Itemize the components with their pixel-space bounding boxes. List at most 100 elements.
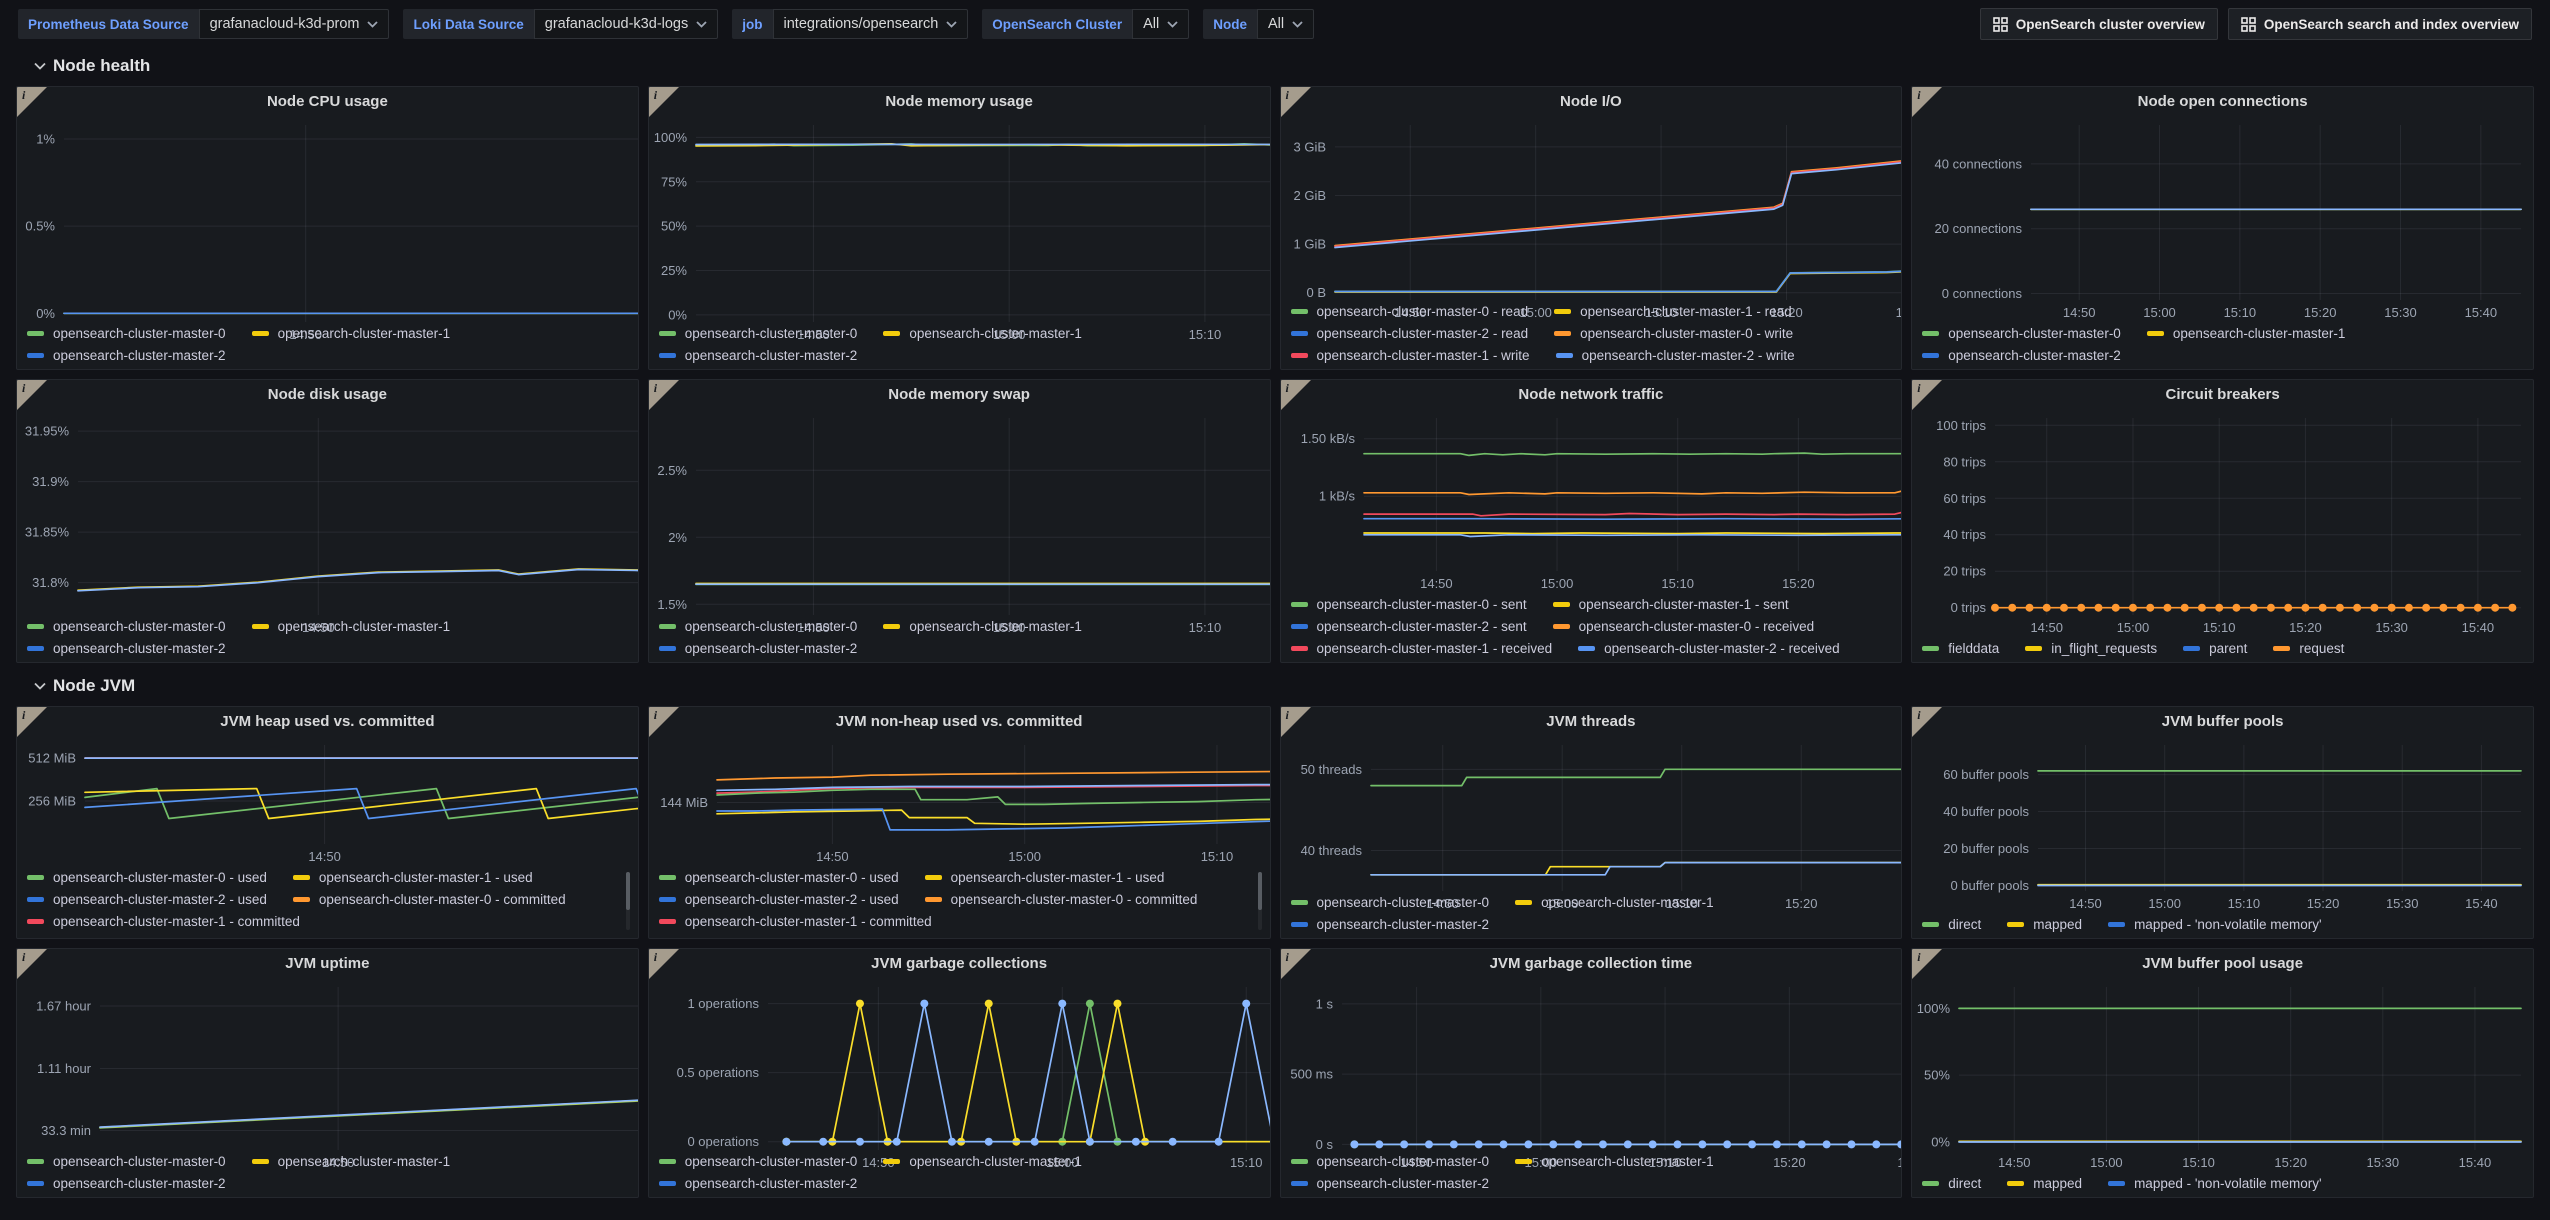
panel-info-corner[interactable]: i: [1280, 949, 1311, 979]
legend-item[interactable]: opensearch-cluster-master-2 - used: [658, 892, 899, 907]
panel-title[interactable]: Node disk usage: [268, 386, 387, 403]
legend-item[interactable]: opensearch-cluster-master-0: [1290, 895, 1489, 910]
panel-title[interactable]: Node memory swap: [888, 386, 1030, 403]
legend-item[interactable]: opensearch-cluster-master-1: [883, 1154, 1082, 1169]
legend-item[interactable]: opensearch-cluster-master-0: [658, 1154, 857, 1169]
legend-item[interactable]: opensearch-cluster-master-1 - sent: [1552, 597, 1789, 612]
panel-info-corner[interactable]: i: [17, 380, 47, 410]
time-series-chart[interactable]: 14:5015:0015:1015:2015:3015:401 kB/s1.50…: [1281, 408, 1902, 595]
panel-info-corner[interactable]: i: [648, 87, 679, 117]
legend-item[interactable]: opensearch-cluster-master-2 - read: [1290, 326, 1528, 341]
legend-item[interactable]: opensearch-cluster-master-2: [658, 348, 857, 363]
panel-info-corner[interactable]: i: [1280, 87, 1311, 117]
legend-item[interactable]: opensearch-cluster-master-0 - received: [1552, 619, 1814, 634]
panel-title[interactable]: Node open connections: [2138, 93, 2308, 110]
time-series-chart[interactable]: 14:5015:0015:1015:2015:3015:4033.3 min1.…: [17, 977, 638, 1170]
legend-item[interactable]: opensearch-cluster-master-1: [251, 619, 450, 634]
time-series-chart[interactable]: 14:5015:0015:1015:2015:3015:40144 MiB: [649, 735, 1270, 868]
legend-item[interactable]: opensearch-cluster-master-1: [1515, 895, 1714, 910]
panel-info-corner[interactable]: i: [17, 949, 47, 979]
legend-item[interactable]: opensearch-cluster-master-0: [658, 619, 857, 634]
panel-info-corner[interactable]: i: [17, 707, 47, 737]
time-series-chart[interactable]: 14:5015:0015:1015:2015:3015:40256 MiB512…: [17, 735, 638, 868]
variable-value-dropdown[interactable]: grafanacloud-k3d-prom: [198, 9, 390, 39]
legend-item[interactable]: mapped - 'non-volatile memory': [2108, 917, 2322, 932]
time-series-chart[interactable]: 14:50 15:00 15:10 15:20 15:30 15:40 0 trips 20 …: [1912, 408, 2533, 639]
legend-item[interactable]: opensearch-cluster-master-0 - sent: [1290, 597, 1527, 612]
panel-title[interactable]: Circuit breakers: [2166, 386, 2280, 403]
time-series-chart[interactable]: 14:5015:0015:1015:2015:3015:4031.8%31.85…: [17, 408, 638, 635]
section-toggle-node-jvm[interactable]: Node JVM: [16, 672, 2534, 700]
panel-info-corner[interactable]: i: [1912, 949, 1943, 979]
legend-item[interactable]: direct: [1922, 917, 1981, 932]
variable-value-dropdown[interactable]: grafanacloud-k3d-logs: [533, 9, 719, 39]
panel-info-corner[interactable]: i: [1912, 707, 1943, 737]
legend-item[interactable]: opensearch-cluster-master-2: [658, 641, 857, 656]
panel-title[interactable]: JVM garbage collection time: [1490, 955, 1693, 972]
legend-item[interactable]: mapped: [2007, 1176, 2082, 1191]
legend-item[interactable]: opensearch-cluster-master-1 - used: [292, 870, 533, 885]
panel-title[interactable]: Node I/O: [1560, 93, 1622, 110]
panel-info-corner[interactable]: i: [17, 87, 47, 117]
panel-title[interactable]: JVM heap used vs. committed: [220, 713, 434, 730]
legend-item[interactable]: opensearch-cluster-master-1: [251, 326, 450, 341]
panel-info-corner[interactable]: i: [1280, 707, 1311, 737]
time-series-chart[interactable]: 14:50 15:00 15:10 15:20 15:30 15:40 0 connecti…: [1912, 115, 2533, 324]
legend-item[interactable]: opensearch-cluster-master-0: [1922, 326, 2121, 341]
panel-title[interactable]: JVM buffer pool usage: [2142, 955, 2303, 972]
legend-item[interactable]: opensearch-cluster-master-1 - used: [924, 870, 1164, 885]
time-series-chart[interactable]: 14:5015:0015:1015:2015:3015:400 s500 ms1…: [1281, 977, 1902, 1170]
panel-info-corner[interactable]: i: [648, 949, 679, 979]
legend-item[interactable]: opensearch-cluster-master-0: [27, 326, 226, 341]
legend-item[interactable]: opensearch-cluster-master-2 - write: [1555, 348, 1795, 363]
legend-item[interactable]: opensearch-cluster-master-2: [1290, 917, 1489, 932]
legend-item[interactable]: opensearch-cluster-master-1: [1515, 1154, 1714, 1169]
panel-title[interactable]: Node network traffic: [1518, 386, 1663, 403]
legend-scrollbar[interactable]: [1257, 872, 1262, 930]
legend-item[interactable]: opensearch-cluster-master-0: [1290, 1154, 1489, 1169]
legend-item[interactable]: opensearch-cluster-master-1 - committed: [27, 914, 300, 929]
panel-info-corner[interactable]: i: [1912, 380, 1943, 410]
variable-value-dropdown[interactable]: All: [1256, 9, 1315, 39]
legend-item[interactable]: opensearch-cluster-master-0: [27, 1154, 226, 1169]
panel-title[interactable]: JVM threads: [1546, 713, 1635, 730]
legend-item[interactable]: opensearch-cluster-master-0: [658, 326, 857, 341]
legend-item[interactable]: opensearch-cluster-master-2: [658, 1176, 857, 1191]
legend-item[interactable]: opensearch-cluster-master-2: [27, 1176, 226, 1191]
legend-item[interactable]: opensearch-cluster-master-1 - received: [1290, 641, 1552, 656]
panel-title[interactable]: JVM non-heap used vs. committed: [836, 713, 1083, 730]
panel-info-corner[interactable]: i: [648, 707, 679, 737]
legend-item[interactable]: opensearch-cluster-master-2: [27, 348, 226, 363]
legend-item[interactable]: opensearch-cluster-master-1 - write: [1290, 348, 1530, 363]
time-series-chart[interactable]: 14:5015:0015:1015:2015:3015:400%0.5%1%: [17, 115, 638, 342]
time-series-chart[interactable]: 14:50 15:00 15:10 15:20 15:30 15:40 0% 50% 100%: [1912, 977, 2533, 1174]
legend-item[interactable]: opensearch-cluster-master-0 - used: [27, 870, 267, 885]
panel-info-corner[interactable]: i: [1280, 380, 1311, 410]
legend-item[interactable]: opensearch-cluster-master-2 - sent: [1290, 619, 1527, 634]
legend-item[interactable]: opensearch-cluster-master-2 - received: [1578, 641, 1840, 656]
legend-item[interactable]: opensearch-cluster-master-2: [27, 641, 226, 656]
time-series-chart[interactable]: 14:5015:0015:1015:2015:3015:400 B1 GiB2 …: [1281, 115, 1902, 320]
legend-item[interactable]: opensearch-cluster-master-0 - read: [1290, 304, 1528, 319]
legend-item[interactable]: opensearch-cluster-master-0 - committed: [292, 892, 566, 907]
section-toggle-node-health[interactable]: Node health: [16, 52, 2534, 80]
variable-value-dropdown[interactable]: All: [1132, 9, 1190, 39]
panel-info-corner[interactable]: i: [648, 380, 679, 410]
dashboard-link-button[interactable]: OpenSearch search and index overview: [2227, 8, 2532, 40]
time-series-chart[interactable]: 14:5015:0015:1015:2015:3015:400 operatio…: [649, 977, 1270, 1170]
legend-item[interactable]: opensearch-cluster-master-1 - committed: [658, 914, 932, 929]
time-series-chart[interactable]: 14:50 15:00 15:10 15:20 15:30 15:40 0 buffer p…: [1912, 735, 2533, 915]
panel-title[interactable]: Node memory usage: [885, 93, 1033, 110]
panel-title[interactable]: JVM uptime: [285, 955, 369, 972]
variable-value-dropdown[interactable]: integrations/opensearch: [772, 9, 969, 39]
time-series-chart[interactable]: 14:5015:0015:1015:2015:3015:401.5%2%2.5%: [649, 408, 1270, 635]
legend-item[interactable]: fielddata: [1922, 641, 1999, 656]
legend-item[interactable]: mapped - 'non-volatile memory': [2108, 1176, 2322, 1191]
legend-item[interactable]: opensearch-cluster-master-0 - used: [658, 870, 899, 885]
panel-title[interactable]: JVM garbage collections: [871, 955, 1047, 972]
legend-item[interactable]: opensearch-cluster-master-0 - committed: [924, 892, 1197, 907]
legend-scrollbar[interactable]: [625, 872, 630, 930]
legend-item[interactable]: opensearch-cluster-master-2: [1290, 1176, 1489, 1191]
legend-item[interactable]: opensearch-cluster-master-2: [1922, 348, 2121, 363]
time-series-chart[interactable]: 14:5015:0015:1015:2015:3015:4040 threads…: [1281, 735, 1902, 911]
